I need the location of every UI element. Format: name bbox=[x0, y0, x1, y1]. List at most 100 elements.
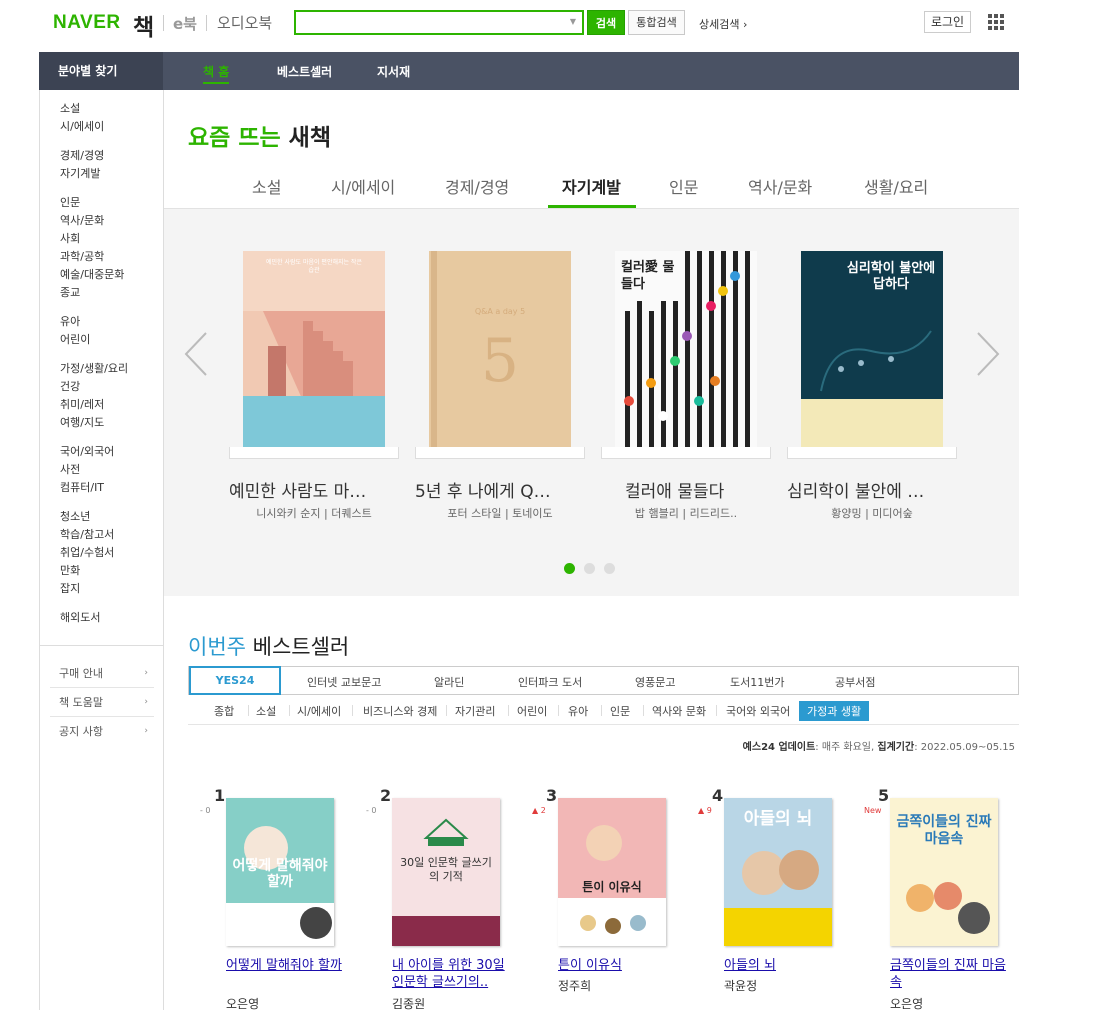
book-title-link[interactable]: 튼이 이유식 bbox=[558, 957, 683, 974]
book-title-link[interactable]: 어떻게 말해줘야 할까 bbox=[226, 957, 351, 974]
new-books-category-tabs: 소설 시/에세이 경제/경영 자기계발 인문 역사/문화 생활/요리 bbox=[164, 170, 1019, 208]
caret-down-icon[interactable]: ▼ bbox=[570, 17, 576, 26]
subtab-kids[interactable]: 어린이 bbox=[517, 703, 547, 719]
book-help-link[interactable]: 책 도움말 › bbox=[50, 688, 154, 717]
search-button[interactable]: 검색 bbox=[587, 10, 625, 35]
page-dot[interactable] bbox=[604, 563, 615, 574]
search-input[interactable] bbox=[299, 14, 559, 31]
rank-number: 1 bbox=[214, 786, 226, 805]
category-link[interactable]: 해외도서 bbox=[60, 609, 100, 627]
category-link[interactable]: 시/에세이 bbox=[60, 118, 104, 136]
next-arrow-icon[interactable] bbox=[972, 329, 1002, 379]
cover-text: 아들의 뇌 bbox=[743, 809, 813, 829]
category-group: 국어/외국어 사전 컴퓨터/IT bbox=[60, 443, 114, 497]
book-cover[interactable]: 튼이 이유식 bbox=[558, 798, 666, 946]
category-link[interactable]: 유아 bbox=[60, 313, 90, 331]
category-link[interactable]: 예술/대중문화 bbox=[60, 266, 124, 284]
subtab-language[interactable]: 국어와 외국어 bbox=[726, 703, 790, 719]
category-link[interactable]: 인문 bbox=[60, 194, 124, 212]
nav-book-home[interactable]: 책 홈 bbox=[203, 63, 230, 84]
book-cover[interactable]: 컬러愛 물들다 bbox=[615, 251, 757, 447]
category-link[interactable]: 여행/지도 bbox=[60, 414, 128, 432]
category-link[interactable]: 종교 bbox=[60, 284, 124, 302]
tab-kyobo[interactable]: 인터넷 교보문고 bbox=[307, 674, 381, 690]
page-dot[interactable] bbox=[584, 563, 595, 574]
login-button[interactable]: 로그인 bbox=[924, 11, 971, 33]
top-header: NAVER 책 e북 오디오북 ▼ 검색 통합검색 상세검색 › 로그인 bbox=[0, 0, 1102, 52]
category-link[interactable]: 자기계발 bbox=[60, 165, 104, 183]
detail-search-link[interactable]: 상세검색 › bbox=[699, 16, 747, 32]
category-link[interactable]: 만화 bbox=[60, 562, 114, 580]
category-link[interactable]: 취업/수험서 bbox=[60, 544, 114, 562]
app-grid-icon[interactable] bbox=[988, 14, 1005, 31]
book-title-link[interactable]: 내 아이를 위한 30일 인문학 글쓰기의.. bbox=[392, 957, 517, 991]
tab-history-culture[interactable]: 역사/문화 bbox=[748, 174, 812, 198]
category-link[interactable]: 어린이 bbox=[60, 331, 90, 349]
category-link[interactable]: 과학/공학 bbox=[60, 248, 124, 266]
naver-logo[interactable]: NAVER bbox=[53, 12, 121, 34]
nav-bestseller[interactable]: 베스트셀러 bbox=[277, 63, 332, 80]
book-cover[interactable]: 5 Q&A a day 5 bbox=[429, 251, 571, 447]
category-group: 인문 역사/문화 사회 과학/공학 예술/대중문화 종교 bbox=[60, 194, 124, 302]
book-cover[interactable]: 금쪽이들의 진짜 마음속 bbox=[890, 798, 998, 946]
bestseller-title: 이번주 베스트셀러 bbox=[188, 635, 350, 659]
category-link[interactable]: 취미/레저 bbox=[60, 396, 128, 414]
book-title[interactable]: 예민한 사람도 마… bbox=[229, 477, 419, 502]
category-link[interactable]: 학습/참고서 bbox=[60, 526, 114, 544]
category-link[interactable]: 건강 bbox=[60, 378, 128, 396]
book-title[interactable]: 심리학이 불안에 … bbox=[787, 477, 977, 502]
book-cover[interactable]: 아들의 뇌 bbox=[724, 798, 832, 946]
rank-number: 5 bbox=[878, 786, 890, 805]
book-title-link[interactable]: 아들의 뇌 bbox=[724, 957, 849, 974]
page-dot[interactable] bbox=[564, 563, 575, 574]
book-cover[interactable]: 어떻게 말해줘야 할까 bbox=[226, 798, 334, 946]
tab-11st-books[interactable]: 도서11번가 bbox=[730, 674, 784, 690]
category-link[interactable]: 사전 bbox=[60, 461, 114, 479]
tab-interpark[interactable]: 인터파크 도서 bbox=[518, 674, 582, 690]
tab-humanities[interactable]: 인문 bbox=[669, 174, 698, 198]
tab-life-cooking[interactable]: 생활/요리 bbox=[864, 174, 928, 198]
tab-yes24[interactable]: YES24 bbox=[189, 666, 281, 695]
category-link[interactable]: 국어/외국어 bbox=[60, 443, 114, 461]
tab-youngpoong[interactable]: 영풍문고 bbox=[635, 674, 675, 690]
category-link[interactable]: 역사/문화 bbox=[60, 212, 124, 230]
tab-gongbu[interactable]: 공부서점 bbox=[835, 674, 875, 690]
book-cover[interactable]: 심리학이 불안에 답하다 bbox=[801, 251, 943, 447]
category-link[interactable]: 소설 bbox=[60, 100, 104, 118]
subtab-poetry[interactable]: 시/에세이 bbox=[297, 703, 341, 719]
chevron-right-icon: › bbox=[144, 726, 148, 736]
tab-self-help[interactable]: 자기계발 bbox=[562, 174, 621, 198]
subtab-humanities[interactable]: 인문 bbox=[610, 703, 630, 719]
purchase-guide-link[interactable]: 구매 안내 › bbox=[50, 659, 154, 688]
book-cover[interactable]: 예민한 사람도 마음이 편안해지는 작은 습관 bbox=[243, 251, 385, 447]
book-logo[interactable]: 책 bbox=[133, 8, 154, 42]
category-link[interactable]: 경제/경영 bbox=[60, 147, 104, 165]
notice-link[interactable]: 공지 사항 › bbox=[50, 717, 154, 746]
subtab-self-management[interactable]: 자기관리 bbox=[455, 703, 495, 719]
tab-economy[interactable]: 경제/경영 bbox=[445, 174, 509, 198]
category-link[interactable]: 잡지 bbox=[60, 580, 114, 598]
audiobook-link[interactable]: 오디오북 bbox=[217, 12, 272, 33]
category-link[interactable]: 사회 bbox=[60, 230, 124, 248]
prev-arrow-icon[interactable] bbox=[182, 329, 212, 379]
book-title[interactable]: 5년 후 나에게 Q… bbox=[415, 477, 605, 502]
book-title-link[interactable]: 금쪽이들의 진짜 마음속 bbox=[890, 957, 1015, 991]
tab-novel[interactable]: 소설 bbox=[252, 174, 281, 198]
subtab-infant[interactable]: 유아 bbox=[568, 703, 588, 719]
subtab-novel[interactable]: 소설 bbox=[256, 703, 276, 719]
subtab-business[interactable]: 비즈니스와 경제 bbox=[363, 703, 437, 719]
subtab-history[interactable]: 역사와 문화 bbox=[652, 703, 706, 719]
total-search-button[interactable]: 통합검색 bbox=[628, 10, 685, 35]
tab-aladin[interactable]: 알라딘 bbox=[434, 674, 464, 690]
subtab-all[interactable]: 종합 bbox=[214, 703, 234, 719]
category-link[interactable]: 컴퓨터/IT bbox=[60, 479, 114, 497]
nav-knowledge-library[interactable]: 지서재 bbox=[377, 63, 410, 80]
tab-poetry-essay[interactable]: 시/에세이 bbox=[331, 174, 395, 198]
ebook-link[interactable]: e북 bbox=[173, 13, 197, 34]
book-cover[interactable]: 30일 인문학 글쓰기의 기적 bbox=[392, 798, 500, 946]
new-badge: New bbox=[864, 806, 882, 815]
subtab-home-life[interactable]: 가정과 생활 bbox=[799, 701, 870, 721]
category-finder[interactable]: 분야별 찾기 bbox=[39, 52, 163, 90]
category-link[interactable]: 청소년 bbox=[60, 508, 114, 526]
category-link[interactable]: 가정/생활/요리 bbox=[60, 360, 128, 378]
